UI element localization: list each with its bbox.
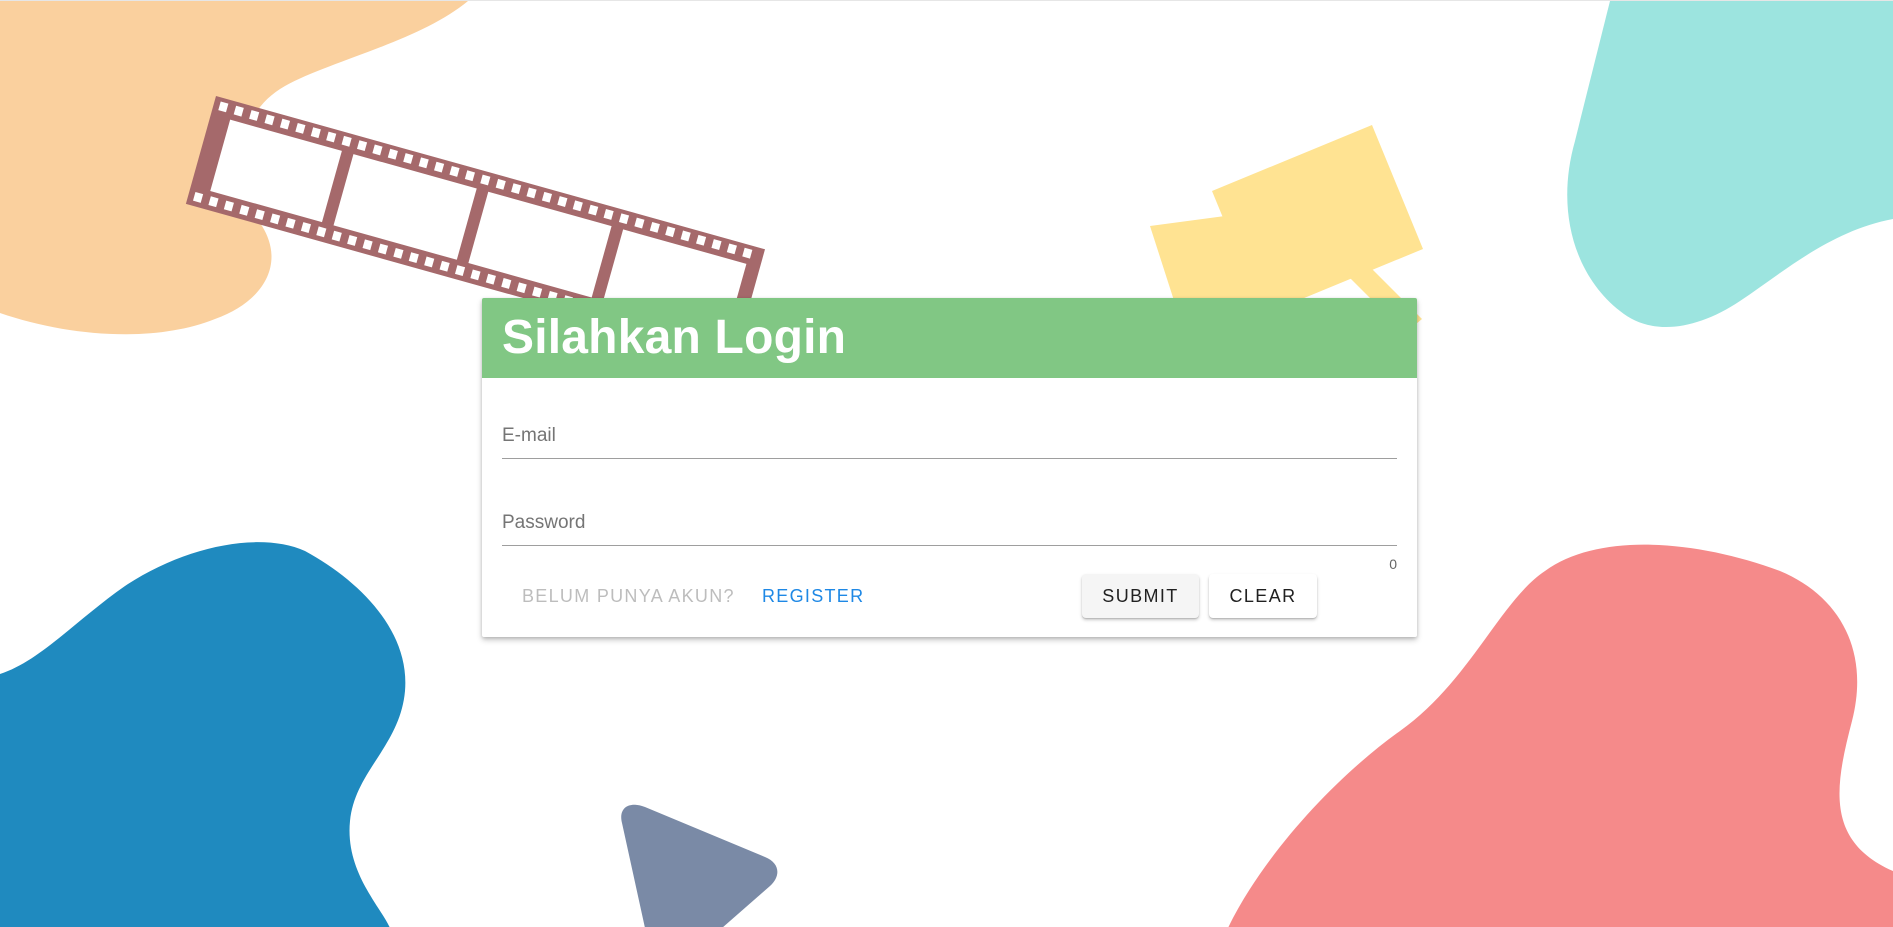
email-field[interactable]: E-mail [502,408,1401,462]
register-button[interactable]: REGISTER [742,574,884,618]
login-card: Silahkan Login E-mail Password 0 BELUM P… [482,298,1417,637]
login-card-header: Silahkan Login [482,298,1417,378]
submit-button[interactable]: SUBMIT [1082,574,1199,618]
password-input[interactable] [502,505,1401,545]
teal-blob [1567,1,1893,328]
login-page: Silahkan Login E-mail Password 0 BELUM P… [0,0,1893,927]
login-title: Silahkan Login [502,311,847,364]
email-input[interactable] [502,418,1401,458]
password-character-counter: 0 [1389,556,1397,572]
clear-button[interactable]: CLEAR [1209,574,1317,618]
blue-blob [0,542,406,927]
password-field[interactable]: Password [502,495,1401,549]
email-underline [502,458,1397,459]
login-actions: BELUM PUNYA AKUN? REGISTER SUBMIT CLEAR [502,574,1397,618]
play-icon [621,804,778,927]
no-account-button: BELUM PUNYA AKUN? [502,574,755,618]
password-underline [502,545,1397,546]
